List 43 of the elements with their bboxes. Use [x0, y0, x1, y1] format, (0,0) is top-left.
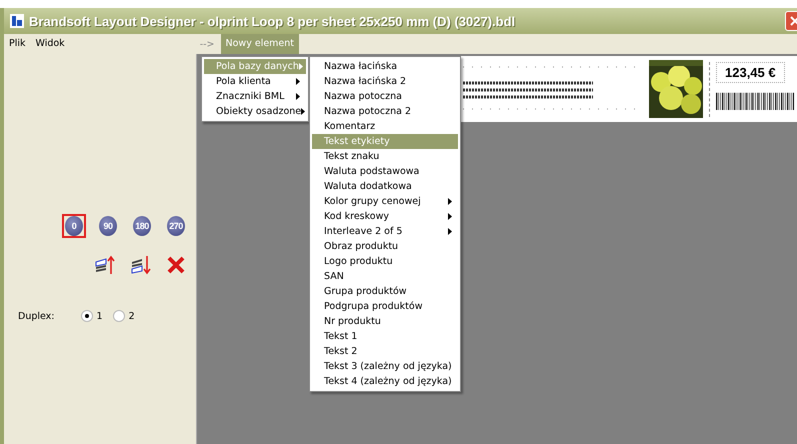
menu-item[interactable]: Znaczniki BML — [204, 89, 306, 104]
menu-item[interactable]: Nr produktu — [312, 314, 458, 329]
menu-item[interactable]: Tekst znaku — [312, 149, 458, 164]
menu-item[interactable]: Logo produktu — [312, 254, 458, 269]
app-icon — [10, 14, 24, 28]
menu-item[interactable]: Komentarz — [312, 119, 458, 134]
menu-item[interactable]: Nazwa łacińska 2 — [312, 74, 458, 89]
layer-down-icon[interactable] — [130, 254, 152, 276]
submenu-arrow-icon — [448, 213, 452, 220]
submenu-arrow-icon — [301, 108, 306, 115]
menu-item[interactable]: Pola klienta — [204, 74, 306, 89]
menu-item[interactable]: Plik — [4, 34, 31, 54]
menu-item[interactable]: Obraz produktu — [312, 239, 458, 254]
menu-item[interactable]: Widok — [30, 34, 70, 54]
menu-item[interactable]: Nazwa łacińska — [312, 59, 458, 74]
rotate-button[interactable]: 0 — [62, 214, 86, 238]
delete-icon[interactable] — [166, 255, 186, 275]
window-title: Brandsoft Layout Designer - olprint Loop 8 per sheet 25x250 mm (D) (3027).bdl — [29, 14, 516, 28]
submenu-arrow-icon — [296, 78, 300, 85]
close-icon — [790, 16, 797, 26]
menu-item[interactable]: Grupa produktów — [312, 284, 458, 299]
menu-item[interactable]: Nazwa potoczna 2 — [312, 104, 458, 119]
menu-item[interactable]: Interleave 2 of 5 — [312, 224, 458, 239]
submenu-arrow-icon — [296, 93, 300, 100]
menu-item[interactable]: Tekst 1 — [312, 329, 458, 344]
arrow-text: --> — [200, 38, 215, 50]
menu-item[interactable]: SAN — [312, 269, 458, 284]
layer-up-icon[interactable] — [94, 254, 116, 276]
duplex-label: Duplex: — [18, 310, 55, 322]
menu-item[interactable]: Nazwa potoczna — [312, 89, 458, 104]
menu-item[interactable]: Tekst 2 — [312, 344, 458, 359]
menu-item[interactable]: Kolor grupy cenowej — [312, 194, 458, 209]
menu-item[interactable]: Waluta dodatkowa — [312, 179, 458, 194]
menu-item[interactable]: Tekst 4 (zależny od języka) — [312, 374, 458, 389]
menu-item[interactable]: Kod kreskowy — [312, 209, 458, 224]
menu-item[interactable]: Podgrupa produktów — [312, 299, 458, 314]
menu-item[interactable]: Tekst 3 (zależny od języka) — [312, 359, 458, 374]
submenu-arrow-icon — [448, 228, 452, 235]
submenu-arrow-icon — [298, 63, 303, 70]
submenu-arrow-icon — [448, 198, 452, 205]
price-text: 123,45 € — [716, 62, 785, 82]
menu-item[interactable]: Obiekty osadzone — [204, 104, 306, 119]
menu-item[interactable]: Waluta podstawowa — [312, 164, 458, 179]
